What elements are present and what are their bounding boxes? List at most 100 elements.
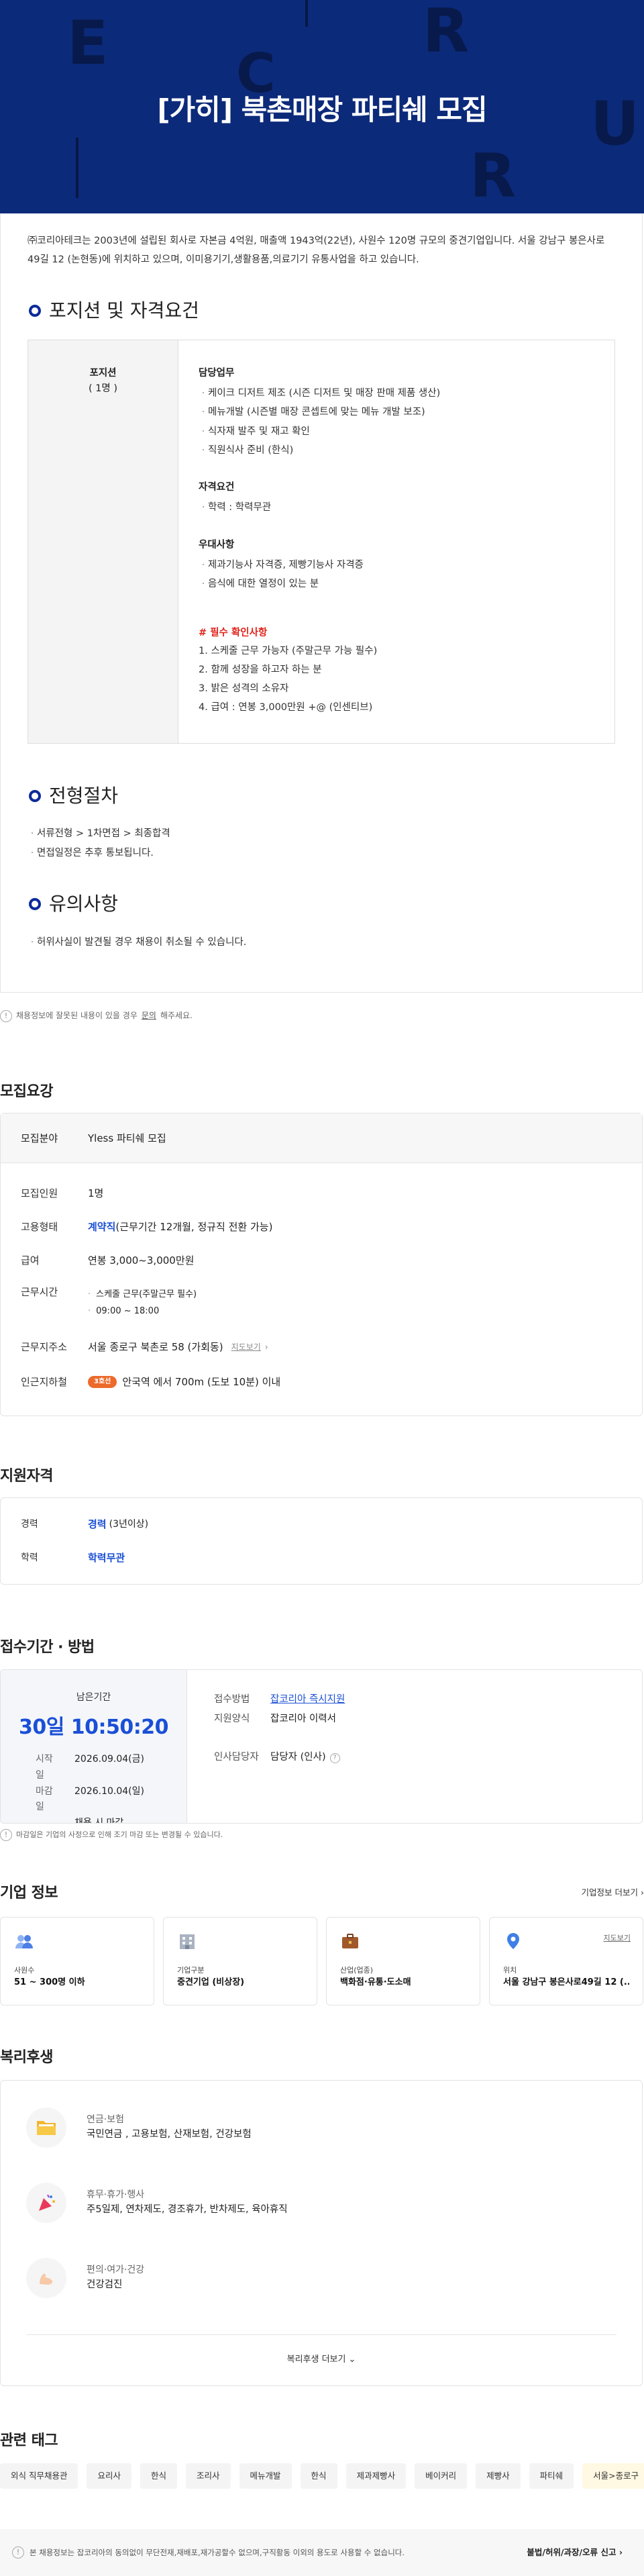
folder-icon bbox=[26, 2107, 66, 2148]
location-icon bbox=[507, 1932, 519, 1949]
company-cards: 사원수 51 ~ 300명 이하 기업구분 중견기업 (비상장) 산업(업종) … bbox=[0, 1916, 644, 2005]
remaining-time-panel: 남은기간 30일 10:50:20 시작일 2026.09.04(금) 마감일 20… bbox=[1, 1669, 187, 1824]
tag[interactable]: 파티쉐 bbox=[529, 2463, 574, 2489]
apply-now-link[interactable]: 잡코리아 즉시지원 bbox=[270, 1690, 345, 1710]
welfare-title: 복리후생 bbox=[0, 2048, 53, 2066]
recruit-count-row: 모집인원 1명 bbox=[21, 1187, 104, 1200]
tag[interactable]: 메뉴개발 bbox=[239, 2463, 292, 2489]
company-intro: ㈜코리아테크는 2003년에 설립된 회사로 자본금 4억원, 매출액 1943… bbox=[28, 236, 605, 265]
list-item: · 직원식사 준비 (한식) bbox=[201, 444, 294, 456]
info-icon: ! bbox=[0, 1009, 12, 1022]
tag[interactable]: 요리사 bbox=[87, 2463, 131, 2489]
company-title: 기업 정보 bbox=[0, 1884, 58, 1901]
end-extra: 채용 시 마감 bbox=[74, 1818, 124, 1824]
tag[interactable]: 제빵사 bbox=[476, 2463, 521, 2489]
process-list: · 서류전형 > 1차면접 > 최종합격 · 면접일정은 추후 통보됩니다. bbox=[28, 824, 615, 862]
recruit-title: 모집요강 bbox=[0, 1083, 53, 1100]
welfare-more-button[interactable]: 복리후생 더보기 ⌄ bbox=[26, 2334, 616, 2385]
period-card: 남은기간 30일 10:50:20 시작일 2026.09.04(금) 마감일 20… bbox=[0, 1669, 643, 1824]
welfare-card: 연금·보험 국민연금 , 고용보험, 산재보험, 건강보험 휴무·휴가·행사 주5일… bbox=[0, 2079, 643, 2386]
career-row: 경력 경력 (3년이상) bbox=[21, 1518, 149, 1531]
list-item: · 스케줄 근무(주말근무 필수) bbox=[88, 1289, 197, 1300]
countdown: 30일 10:50:20 bbox=[18, 1715, 169, 1739]
preferences-block: 우대사항 · 제과기능사 자격증, 제빵기능사 자격증 · 음식에 대한 열정이 있… bbox=[199, 538, 594, 594]
hero-deco-letter: R bbox=[423, 0, 470, 66]
list-item: · 서류전형 > 1차면접 > 최종합격 bbox=[30, 828, 170, 840]
list-item: · 면접일정은 추후 통보됩니다. bbox=[30, 847, 154, 858]
company-map-link[interactable]: 지도보기 bbox=[604, 1932, 631, 1944]
map-link[interactable]: 지도보기 bbox=[231, 1341, 261, 1354]
list-item: · 식자재 발주 및 재고 확인 bbox=[201, 426, 310, 437]
end-date: 마감일 2026.10.04(일) bbox=[36, 1785, 144, 1813]
work-time-row: 근무시간 · 스케줄 근무(주말근무 필수) · 09:00 ~ 18:00 bbox=[1, 1277, 642, 1330]
requirements-block: 자격요건 · 학력 : 학력무관 bbox=[199, 480, 594, 517]
period-title: 접수기간 · 방법 bbox=[0, 1639, 95, 1656]
company-card-type: 기업구분 중견기업 (비상장) bbox=[163, 1916, 317, 2005]
report-notice: ! 채용정보에 잘못된 내용이 있을 경우 문의 해주세요. bbox=[0, 993, 644, 1032]
tag[interactable]: 제과제빵사 bbox=[345, 2463, 407, 2489]
tag-list: 외식 직무채용관 요리사 한식 조리사 메뉴개발 한식 제과제빵사 베이커리 제… bbox=[0, 2463, 644, 2489]
hero-deco-line bbox=[76, 138, 78, 198]
hero-deco-line bbox=[305, 0, 308, 27]
tag[interactable]: 서울>종로구 bbox=[582, 2463, 644, 2489]
subway-row: 인근지하철 3호선 안국역 에서 700m (도보 10분) 이내 bbox=[21, 1376, 281, 1389]
position-table: 포지션 ( 1명 ) 담당업무 · 케이크 디저트 제조 (시즌 디저트 및 매장… bbox=[28, 339, 615, 744]
report-button[interactable]: 불법/허위/과장/오류 신고 › bbox=[527, 2546, 623, 2559]
section-caution: 유의사항 bbox=[28, 889, 615, 920]
hero-deco-letter: R bbox=[470, 141, 517, 211]
salary-row: 급여 연봉 3,000~3,000만원 bbox=[21, 1254, 195, 1267]
people-icon bbox=[15, 1934, 33, 1948]
chevron-down-icon: ⌄ bbox=[348, 2354, 356, 2365]
info-icon[interactable]: ? bbox=[329, 1752, 340, 1763]
qualify-title: 지원자격 bbox=[0, 1468, 53, 1485]
qualify-card: 경력 경력 (3년이상) 학력 학력무관 bbox=[0, 1497, 643, 1585]
list-item: · 제과기능사 자격증, 제빵기능사 자격증 bbox=[201, 559, 364, 571]
tag[interactable]: 베이커리 bbox=[415, 2463, 468, 2489]
education-row: 학력 학력무관 bbox=[21, 1552, 125, 1565]
chevron-right-icon: › bbox=[264, 1342, 268, 1352]
hero-deco-letter: E bbox=[67, 8, 109, 79]
list-item: · 메뉴개발 (시즌별 매장 콘셉트에 맞는 메뉴 개발 보조) bbox=[201, 407, 425, 418]
caution-list: · 허위사실이 발견될 경우 채용이 취소될 수 있습니다. bbox=[28, 933, 615, 952]
section-process: 전형절차 bbox=[28, 781, 615, 811]
bullet-ring-icon bbox=[29, 789, 41, 802]
party-icon bbox=[26, 2182, 66, 2223]
subway-line-badge: 3호선 bbox=[88, 1376, 117, 1389]
position-name-cell: 포지션 ( 1명 ) bbox=[28, 339, 178, 744]
briefcase-icon bbox=[342, 1933, 358, 1948]
bullet-ring-icon bbox=[29, 898, 41, 911]
list-item: · 음식에 대한 열정이 있는 분 bbox=[201, 579, 319, 590]
bullet-ring-icon bbox=[29, 305, 41, 317]
position-detail-cell: 담당업무 · 케이크 디저트 제조 (시즌 디저트 및 매장 판매 제품 생산) … bbox=[178, 339, 615, 744]
address-row: 근무지주소 서울 종로구 북촌로 58 (가회동) 지도보기 › bbox=[21, 1341, 268, 1354]
hero-banner: E C R R U [가히] 북촌매장 파티쉐 모집 bbox=[0, 0, 644, 213]
company-card-location: 지도보기 위치 서울 강남구 봉은사로49길 12 (... bbox=[489, 1916, 643, 2005]
position-name: 포지션 bbox=[89, 367, 117, 379]
start-date: 시작일 2026.09.04(금) bbox=[36, 1753, 144, 1781]
list-item: · 케이크 디저트 제조 (시즌 디저트 및 매장 판매 제품 생산) bbox=[201, 388, 441, 399]
recruit-field-row: 모집분야 Yless 파티쉐 모집 bbox=[1, 1113, 642, 1164]
building-icon bbox=[180, 1934, 195, 1949]
footer-notice: ! 본 채용정보는 잡코리아의 동의없이 무단전재,재배포,재가공할수 없으며,… bbox=[0, 2529, 644, 2576]
period-notice: ! 마감일은 기업의 사정으로 인해 조기 마감 또는 변경될 수 있습니다. bbox=[0, 1824, 644, 1841]
welfare-item: 휴무·휴가·행사 주5일제, 연차제도, 경조휴가, 반차제도, 육아휴직 bbox=[26, 2165, 616, 2240]
page-title: [가히] 북촌매장 파티쉐 모집 bbox=[157, 93, 487, 126]
duties-block: 담당업무 · 케이크 디저트 제조 (시즌 디저트 및 매장 판매 제품 생산) … bbox=[199, 366, 594, 460]
job-description: ㈜코리아테크는 2003년에 설립된 회사로 자본금 4억원, 매출액 1943… bbox=[0, 213, 643, 993]
inquiry-link[interactable]: 문의 bbox=[142, 1009, 156, 1022]
list-item: · 09:00 ~ 18:00 bbox=[88, 1306, 160, 1317]
position-count: ( 1명 ) bbox=[88, 383, 118, 395]
tag[interactable]: 조리사 bbox=[186, 2463, 231, 2489]
employment-type: 계약직 bbox=[88, 1221, 116, 1234]
tag[interactable]: 한식 bbox=[140, 2463, 178, 2489]
welfare-item: 편의·여가·건강 건강검진 bbox=[26, 2240, 616, 2316]
company-card-employees: 사원수 51 ~ 300명 이하 bbox=[0, 1916, 154, 2005]
welfare-item: 연금·보험 국민연금 , 고용보험, 산재보험, 건강보험 bbox=[26, 2090, 616, 2165]
must-check-block: # 필수 확인사항 1. 스케줄 근무 가능자 (주말근무 가능 필수) 2. … bbox=[199, 628, 378, 713]
section-position: 포지션 및 자격요건 bbox=[28, 296, 615, 326]
company-more-link[interactable]: 기업정보 더보기 › bbox=[582, 1886, 644, 1899]
tag[interactable]: 외식 직무채용관 bbox=[0, 2463, 78, 2489]
apply-method-panel: 접수방법 잡코리아 즉시지원 지원양식 잡코리아 이력서 인사담당자 담당자 (인사)… bbox=[187, 1670, 642, 1823]
tag[interactable]: 한식 bbox=[300, 2463, 337, 2489]
employment-type-row: 고용형태 계약직(근무기간 12개월, 정규직 전환 가능) bbox=[21, 1221, 273, 1234]
